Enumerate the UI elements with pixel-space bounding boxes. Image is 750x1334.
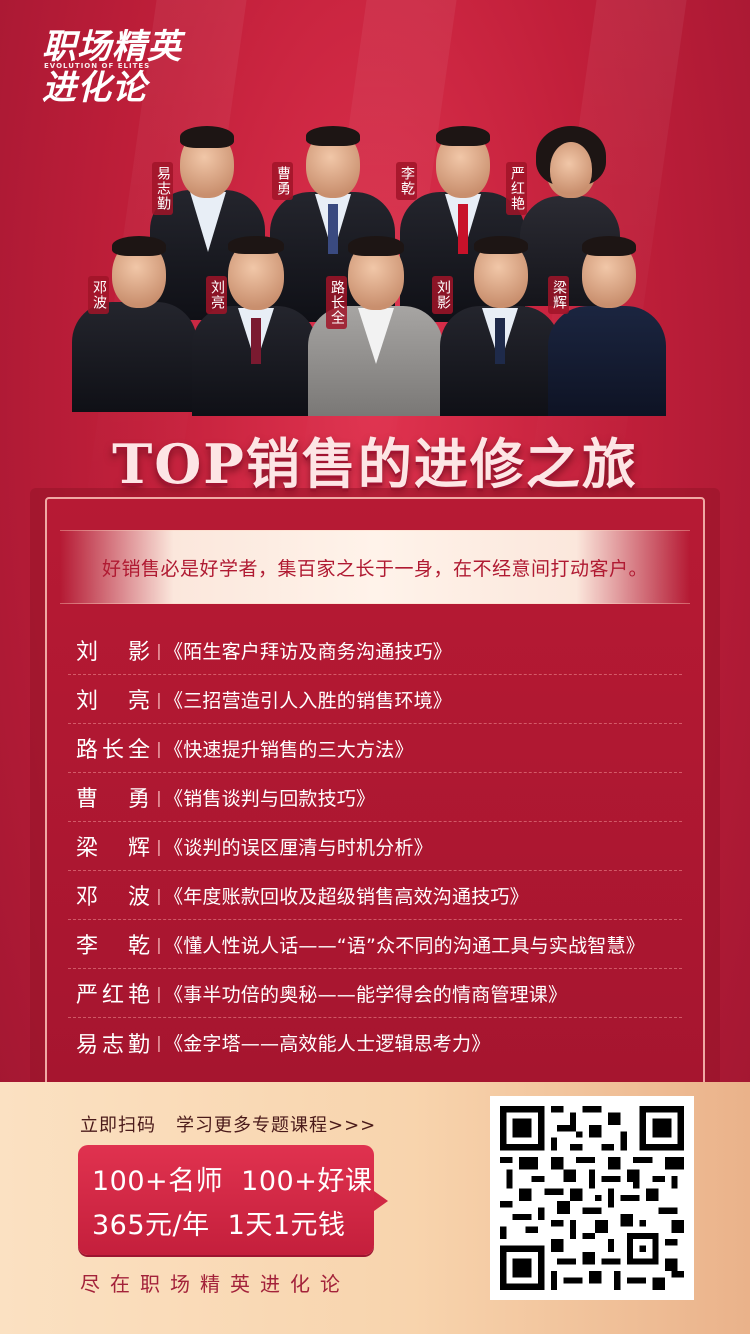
- course-row[interactable]: 刘影 | 《陌生客户拜访及商务沟通技巧》: [68, 626, 682, 675]
- brand-logo: 职场精英 EVOLUTION OF ELITES 进化论: [42, 28, 182, 106]
- instructor-name: 刘亮: [76, 689, 150, 714]
- course-title: 《谈判的误区厘清与时机分析》: [164, 836, 433, 859]
- course-title: 《懂人性说人话——“语”众不同的沟通工具与实战智慧》: [164, 934, 645, 957]
- promo-box[interactable]: 100+名师 100+好课 365元/年 1天1元钱: [78, 1145, 388, 1255]
- promo-courses: 100+好课: [241, 1166, 373, 1197]
- instructor-name: 刘影: [76, 640, 150, 665]
- course-list: 刘影 | 《陌生客户拜访及商务沟通技巧》 刘亮 | 《三招营造引人入胜的销售环境…: [68, 626, 682, 1067]
- separator: |: [156, 787, 162, 807]
- promo-line2: 365元/年 1天1元钱: [92, 1203, 346, 1242]
- logo-line1: 职场精英: [42, 27, 182, 67]
- course-row[interactable]: 严红艳 | 《事半功倍的奥秘——能学得会的情商管理课》: [68, 969, 682, 1018]
- speaker-label: 李乾: [396, 162, 417, 200]
- separator: |: [156, 836, 162, 856]
- course-title: 《销售谈判与回款技巧》: [164, 787, 376, 810]
- course-row[interactable]: 易志勤 | 《金字塔——高效能人士逻辑思考力》: [68, 1018, 682, 1067]
- instructor-name: 路长全: [76, 738, 150, 763]
- course-row[interactable]: 李乾 | 《懂人性说人话——“语”众不同的沟通工具与实战智慧》: [68, 920, 682, 969]
- poster: 职场精英 EVOLUTION OF ELITES 进化论 易志勤 曹勇 李乾 严…: [0, 0, 750, 1334]
- qr-code[interactable]: [490, 1096, 694, 1300]
- separator: |: [156, 738, 162, 758]
- speaker-label: 易志勤: [152, 162, 173, 215]
- separator: |: [156, 934, 162, 954]
- speaker-label: 邓波: [88, 276, 109, 314]
- separator: |: [156, 885, 162, 905]
- slogan-text: 好销售必是好学者，集百家之长于一身，在不经意间打动客户。: [101, 557, 648, 580]
- speaker-label: 路长全: [326, 276, 347, 329]
- logo-tagline: EVOLUTION OF ELITES: [44, 62, 151, 70]
- speakers-group-photo: 易志勤 曹勇 李乾 严红艳 邓波 刘亮 路长全 刘影 梁辉: [0, 110, 750, 416]
- promo-teachers: 100+名师: [92, 1166, 224, 1197]
- separator: |: [156, 640, 162, 660]
- course-title: 《三招营造引人入胜的销售环境》: [164, 689, 453, 712]
- course-title: 《年度账款回收及超级销售高效沟通技巧》: [164, 885, 529, 908]
- speaker-label: 严红艳: [506, 162, 527, 215]
- course-row[interactable]: 曹勇 | 《销售谈判与回款技巧》: [68, 773, 682, 822]
- qr-code-icon: [500, 1106, 684, 1290]
- promo-price: 365元/年: [92, 1210, 210, 1241]
- more-courses-link[interactable]: 学习更多专题课程>>>: [176, 1115, 376, 1136]
- separator: |: [156, 689, 162, 709]
- logo-line2: 进化论: [42, 68, 147, 108]
- course-title: 《快速提升销售的三大方法》: [164, 738, 414, 761]
- instructor-name: 易志勤: [76, 1032, 150, 1058]
- slogan-band: 好销售必是好学者，集百家之长于一身，在不经意间打动客户。: [60, 530, 690, 604]
- course-title: 《金字塔——高效能人士逻辑思考力》: [164, 1033, 491, 1055]
- course-row[interactable]: 刘亮 | 《三招营造引人入胜的销售环境》: [68, 675, 682, 724]
- instructor-name: 李乾: [76, 934, 150, 959]
- instructor-name: 曹勇: [76, 787, 150, 812]
- course-title: 《事半功倍的奥秘——能学得会的情商管理课》: [164, 983, 568, 1006]
- footer-slogan: 尽在职场精英进化论: [80, 1272, 350, 1296]
- speaker-label: 刘影: [432, 276, 453, 314]
- speaker-label: 刘亮: [206, 276, 227, 314]
- course-row[interactable]: 梁辉 | 《谈判的误区厘清与时机分析》: [68, 822, 682, 871]
- instructor-name: 邓波: [76, 885, 150, 910]
- separator: |: [156, 983, 162, 1003]
- cta-prompt: 立即扫码 学习更多专题课程>>>: [80, 1111, 396, 1137]
- promo-daily: 1天1元钱: [227, 1210, 346, 1241]
- promo-line1: 100+名师 100+好课: [92, 1159, 372, 1198]
- separator: |: [156, 1033, 162, 1052]
- instructor-name: 梁辉: [76, 836, 150, 861]
- speaker-label: 曹勇: [272, 162, 293, 200]
- course-row[interactable]: 邓波 | 《年度账款回收及超级销售高效沟通技巧》: [68, 871, 682, 920]
- speaker-label: 梁辉: [548, 276, 569, 314]
- course-row[interactable]: 路长全 | 《快速提升销售的三大方法》: [68, 724, 682, 773]
- course-title: 《陌生客户拜访及商务沟通技巧》: [164, 640, 453, 663]
- scan-label: 立即扫码: [80, 1115, 156, 1136]
- instructor-name: 严红艳: [76, 983, 150, 1008]
